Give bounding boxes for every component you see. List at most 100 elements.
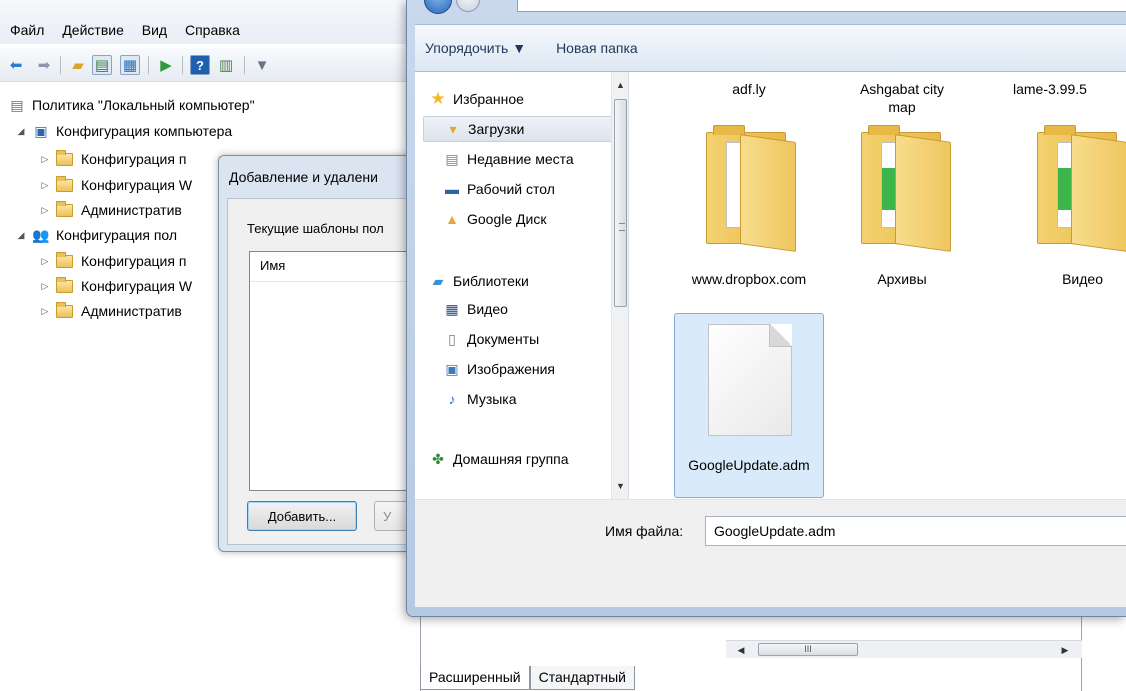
filename-input[interactable] bbox=[705, 516, 1126, 546]
up-folder-icon[interactable]: ▰ bbox=[68, 55, 88, 75]
file-name: lame-3.99.5 bbox=[1013, 81, 1087, 97]
tree-item[interactable]: ▷ Конфигурация п bbox=[40, 148, 186, 170]
nav-label: Библиотеки bbox=[453, 273, 529, 289]
tree-computer-config-label: Конфигурация компьютера bbox=[56, 123, 233, 139]
folder-icon bbox=[56, 149, 73, 166]
computer-icon: ▣ bbox=[34, 123, 48, 139]
help-icon[interactable]: ? bbox=[190, 55, 210, 75]
scroll-left-icon[interactable]: ◀ bbox=[732, 641, 750, 659]
nav-label: Google Диск bbox=[467, 211, 547, 227]
collapsed-triangle-icon[interactable]: ▷ bbox=[40, 154, 50, 165]
add-remove-templates-dialog: Добавление и удалени Текущие шаблоны пол… bbox=[218, 155, 424, 552]
collapsed-triangle-icon[interactable]: ▷ bbox=[40, 180, 50, 191]
file-item-googleupdate[interactable]: GoogleUpdate.adm bbox=[674, 313, 824, 498]
nav-google-drive[interactable]: ▲ Google Диск bbox=[443, 206, 546, 232]
navigation-vertical-scrollbar[interactable]: ▲ ▼ bbox=[611, 72, 628, 499]
scroll-up-icon[interactable]: ▲ bbox=[612, 76, 628, 93]
folder-icon[interactable] bbox=[1037, 125, 1126, 252]
nav-label: Загрузки bbox=[468, 121, 525, 137]
file-item-video[interactable]: Видео bbox=[1007, 270, 1126, 288]
tree-item[interactable]: ▷ Конфигурация п bbox=[40, 250, 186, 272]
collapsed-triangle-icon[interactable]: ▷ bbox=[40, 306, 50, 317]
nav-video[interactable]: ▦ Видео bbox=[443, 296, 508, 322]
forward-arrow-icon[interactable]: ➡ bbox=[34, 55, 54, 75]
filter-icon[interactable]: ▼ bbox=[252, 55, 272, 75]
folder-icon[interactable] bbox=[861, 125, 953, 252]
folder-icon[interactable] bbox=[706, 125, 798, 252]
collapsed-triangle-icon[interactable]: ▷ bbox=[40, 281, 50, 292]
horizontal-scrollbar[interactable]: ◀ III ▶ bbox=[726, 640, 1082, 658]
collapsed-triangle-icon[interactable]: ▷ bbox=[40, 205, 50, 216]
file-item-ashgabat[interactable]: Ashgabat city map bbox=[827, 80, 977, 116]
view-tabs: Расширенный Стандартный bbox=[420, 666, 635, 691]
tree-root[interactable]: ▤ Политика "Локальный компьютер" bbox=[8, 94, 255, 116]
nav-label: Рабочий стол bbox=[467, 181, 555, 197]
grip-icon bbox=[619, 223, 625, 231]
scroll-right-icon[interactable]: ▶ bbox=[1056, 641, 1074, 659]
new-folder-button[interactable]: Новая папка bbox=[556, 40, 638, 56]
properties-icon[interactable]: ▦ bbox=[120, 55, 140, 75]
nav-downloads[interactable]: ▾ Загрузки bbox=[423, 116, 618, 142]
export-list-icon[interactable]: ▶ bbox=[156, 55, 176, 75]
expanded-triangle-icon[interactable]: ◢ bbox=[16, 230, 26, 241]
nav-recent-places[interactable]: ▤ Недавние места bbox=[443, 146, 574, 172]
file-name: Ashgabat city map bbox=[859, 81, 945, 115]
tab-standard[interactable]: Стандартный bbox=[529, 666, 635, 690]
file-name: GoogleUpdate.adm bbox=[688, 457, 810, 473]
expanded-triangle-icon[interactable]: ◢ bbox=[16, 126, 26, 137]
collapsed-triangle-icon[interactable]: ▷ bbox=[40, 256, 50, 267]
file-list: adf.ly Ashgabat city map lame-3.99.5 www… bbox=[629, 72, 1126, 499]
tree-root-label: Политика "Локальный компьютер" bbox=[32, 97, 255, 113]
scroll-down-icon[interactable]: ▼ bbox=[612, 477, 628, 494]
show-hide-tree-icon[interactable]: ▤ bbox=[92, 55, 112, 75]
tree-user-config[interactable]: ◢ 👥 Конфигурация пол bbox=[16, 224, 178, 246]
desktop-icon: ▬ bbox=[445, 181, 459, 197]
file-item-archives[interactable]: Архивы bbox=[827, 270, 977, 288]
filename-label: Имя файла: bbox=[605, 523, 684, 539]
action-pane-icon[interactable]: ▥ bbox=[216, 55, 236, 75]
tree-item[interactable]: ▷ Конфигурация W bbox=[40, 275, 192, 297]
nav-music[interactable]: ♪ Музыка bbox=[443, 386, 517, 412]
tree-computer-config[interactable]: ◢ ▣ Конфигурация компьютера bbox=[16, 120, 233, 142]
file-name: Архивы bbox=[877, 271, 927, 287]
templates-list[interactable]: Имя bbox=[249, 251, 421, 491]
file-item-dropbox[interactable]: www.dropbox.com bbox=[674, 270, 824, 288]
organize-button[interactable]: Упорядочить ▼ bbox=[425, 40, 526, 56]
toolbar-separator bbox=[244, 56, 245, 74]
nav-desktop[interactable]: ▬ Рабочий стол bbox=[443, 176, 555, 202]
add-button[interactable]: Добавить... bbox=[247, 501, 357, 531]
toolbar-separator bbox=[148, 56, 149, 74]
menu-file[interactable]: Файл bbox=[10, 22, 44, 38]
file-item-adfly[interactable]: adf.ly bbox=[674, 80, 824, 98]
file-item-lame[interactable]: lame-3.99.5 bbox=[1007, 80, 1126, 98]
column-header-name[interactable]: Имя bbox=[250, 252, 421, 282]
forward-button[interactable] bbox=[456, 0, 480, 12]
scroll-thumb[interactable] bbox=[614, 99, 627, 307]
tree-item[interactable]: ▷ Административ bbox=[40, 300, 182, 322]
music-icon: ♪ bbox=[448, 391, 456, 407]
back-button[interactable] bbox=[424, 0, 452, 14]
tree-item[interactable]: ▷ Конфигурация W bbox=[40, 174, 192, 196]
google-drive-icon: ▲ bbox=[445, 211, 459, 227]
nav-label: Домашняя группа bbox=[453, 451, 569, 467]
nav-label: Недавние места bbox=[467, 151, 574, 167]
back-arrow-icon[interactable]: ⬅ bbox=[6, 55, 26, 75]
nav-libraries[interactable]: ▰ Библиотеки bbox=[429, 268, 529, 294]
menu-view[interactable]: Вид bbox=[142, 22, 167, 38]
menu-action[interactable]: Действие bbox=[62, 22, 124, 38]
scroll-thumb[interactable]: III bbox=[758, 643, 858, 656]
nav-favorites[interactable]: ★ Избранное bbox=[429, 86, 524, 112]
menu-help[interactable]: Справка bbox=[185, 22, 240, 38]
address-bar[interactable] bbox=[517, 0, 1126, 12]
nav-documents[interactable]: ▯ Документы bbox=[443, 326, 539, 352]
file-name: www.dropbox.com bbox=[691, 271, 807, 287]
video-library-icon: ▦ bbox=[445, 300, 459, 317]
dialog-footer: Имя файла: bbox=[415, 499, 1126, 607]
dialog-content: ★ Избранное ▾ Загрузки ▤ Недавние места … bbox=[415, 72, 1126, 499]
tree-item[interactable]: ▷ Административ bbox=[40, 199, 182, 221]
nav-images[interactable]: ▣ Изображения bbox=[443, 356, 555, 382]
recent-places-icon: ▤ bbox=[445, 150, 459, 167]
images-icon: ▣ bbox=[445, 360, 459, 377]
tab-extended[interactable]: Расширенный bbox=[420, 666, 530, 690]
nav-homegroup[interactable]: ✤ Домашняя группа bbox=[429, 446, 569, 472]
